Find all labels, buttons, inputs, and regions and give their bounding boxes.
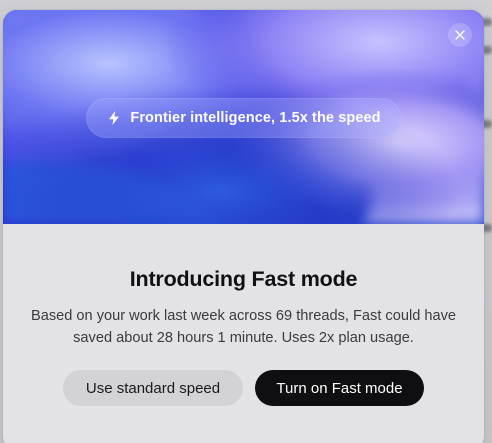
speed-tagline-pill: Frontier intelligence, 1.5x the speed bbox=[86, 98, 401, 138]
fast-mode-dialog: Frontier intelligence, 1.5x the speed In… bbox=[3, 10, 484, 443]
close-icon bbox=[455, 30, 465, 40]
dialog-title: Introducing Fast mode bbox=[129, 267, 358, 291]
pill-text: Frontier intelligence, 1.5x the speed bbox=[130, 110, 381, 126]
dialog-description: Based on your work last week across 69 t… bbox=[30, 308, 457, 346]
use-standard-speed-button[interactable]: Use standard speed bbox=[63, 370, 243, 406]
hero-banner: Frontier intelligence, 1.5x the speed bbox=[3, 10, 484, 224]
close-button[interactable] bbox=[448, 23, 472, 47]
dialog-actions: Use standard speed Turn on Fast mode bbox=[3, 370, 484, 406]
dialog-content: Introducing Fast mode Based on your work… bbox=[3, 224, 484, 406]
turn-on-fast-mode-button[interactable]: Turn on Fast mode bbox=[255, 370, 424, 406]
bolt-icon bbox=[106, 110, 122, 126]
